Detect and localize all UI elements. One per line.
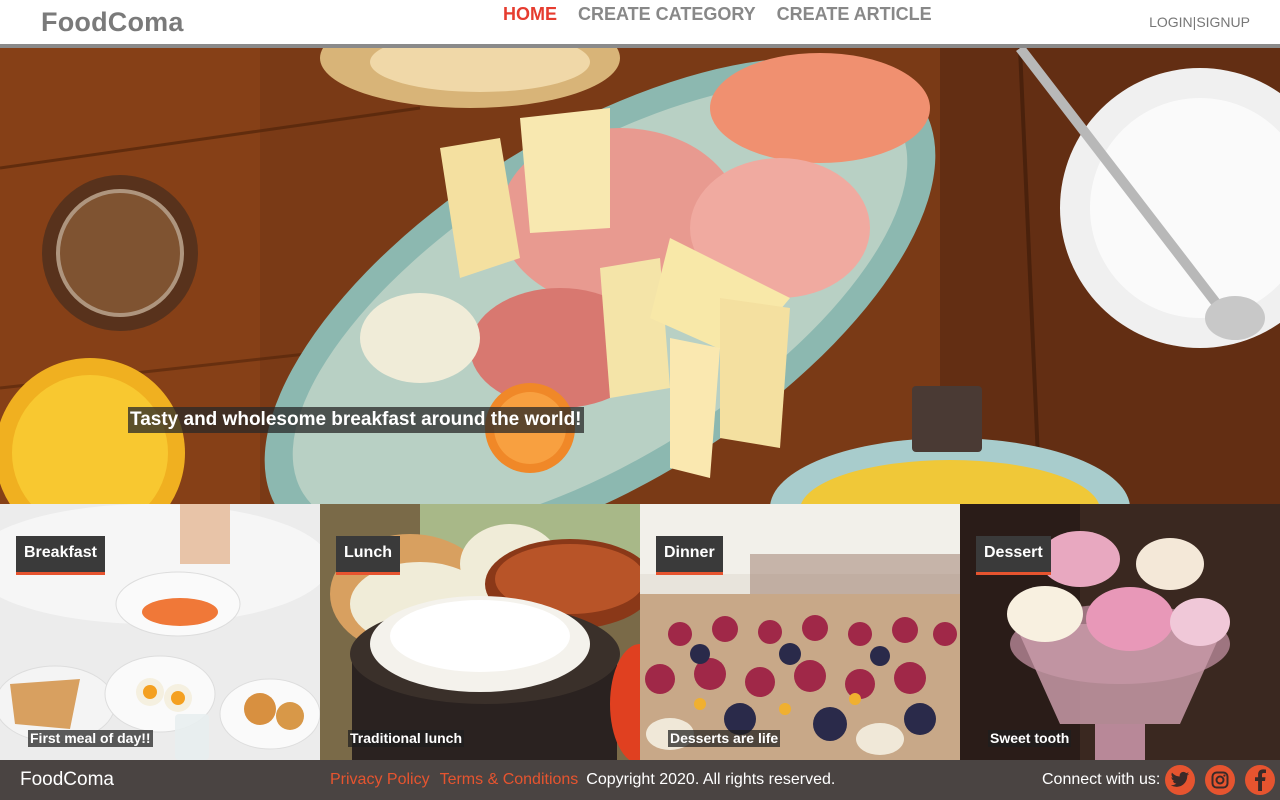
twitter-icon[interactable] xyxy=(1165,765,1195,795)
hero-banner: Tasty and wholesome breakfast around the… xyxy=(0,48,1280,504)
category-label-dessert[interactable]: Dessert xyxy=(976,536,1051,575)
category-label-dinner[interactable]: Dinner xyxy=(656,536,723,575)
signup-link[interactable]: SIGNUP xyxy=(1196,14,1250,30)
category-tile-breakfast[interactable]: Breakfast First meal of day!! xyxy=(0,504,320,760)
category-tile-dessert[interactable]: Dessert Sweet tooth xyxy=(960,504,1280,760)
hero-image xyxy=(0,48,1280,504)
site-footer: FoodComa Privacy Policy Terms & Conditio… xyxy=(0,760,1280,800)
facebook-icon[interactable] xyxy=(1245,765,1275,795)
connect-label: Connect with us: xyxy=(1042,771,1161,788)
login-link[interactable]: LOGIN xyxy=(1149,14,1193,30)
category-caption-dessert: Sweet tooth xyxy=(988,730,1072,747)
nav-create-article[interactable]: CREATE ARTICLE xyxy=(777,4,932,25)
instagram-icon[interactable] xyxy=(1205,765,1235,795)
category-caption-lunch: Traditional lunch xyxy=(348,730,465,747)
nav-home[interactable]: HOME xyxy=(503,4,557,25)
site-logo[interactable]: FoodComa xyxy=(41,7,184,38)
footer-logo[interactable]: FoodComa xyxy=(20,769,114,791)
privacy-policy-link[interactable]: Privacy Policy xyxy=(330,771,430,789)
category-caption-dinner: Desserts are life xyxy=(668,730,781,747)
category-tile-lunch[interactable]: Lunch Traditional lunch xyxy=(320,504,640,760)
category-caption-breakfast: First meal of day!! xyxy=(28,730,153,747)
top-header: FoodComa HOME CREATE CATEGORY CREATE ART… xyxy=(0,0,1280,44)
main-nav: HOME CREATE CATEGORY CREATE ARTICLE xyxy=(503,4,932,25)
category-label-breakfast[interactable]: Breakfast xyxy=(16,536,105,575)
nav-create-category[interactable]: CREATE CATEGORY xyxy=(578,4,756,25)
terms-link[interactable]: Terms & Conditions xyxy=(440,771,579,789)
category-grid: Breakfast First meal of day!! Lunch Trad… xyxy=(0,504,1280,760)
footer-links: Privacy Policy Terms & Conditions Copyri… xyxy=(330,771,835,789)
hero-caption: Tasty and wholesome breakfast around the… xyxy=(128,407,584,433)
auth-links: LOGIN | SIGNUP xyxy=(1149,14,1250,30)
category-tile-dinner[interactable]: Dinner Desserts are life xyxy=(640,504,960,760)
category-label-lunch[interactable]: Lunch xyxy=(336,536,400,575)
copyright-text: Copyright 2020. All rights reserved. xyxy=(586,771,836,788)
